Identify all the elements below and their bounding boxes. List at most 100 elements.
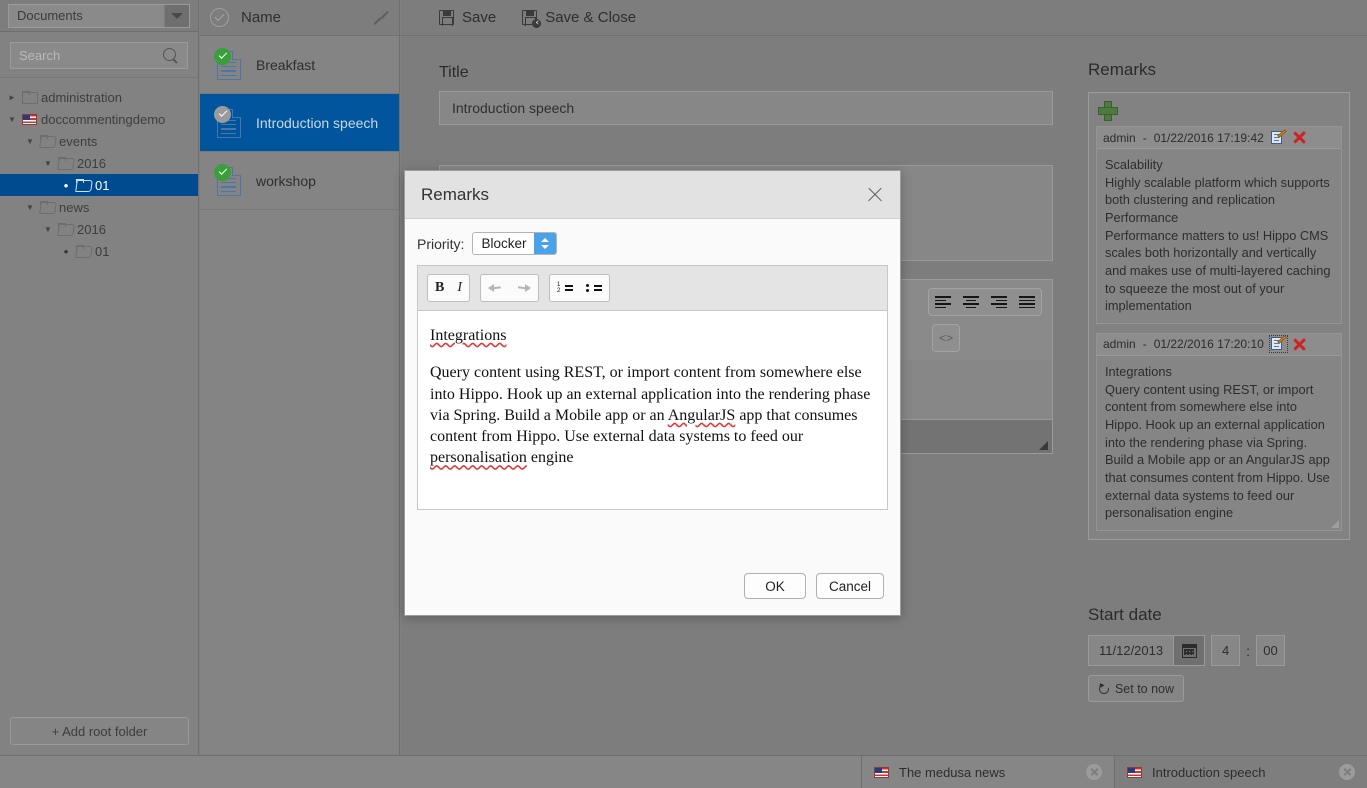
remark-item: admin - 01/22/2016 17:20:10 Integrations… — [1096, 332, 1342, 531]
taskbar-tab-medusa-news[interactable]: The medusa news — [861, 756, 1114, 788]
folder-closed-icon — [22, 91, 38, 104]
dialog-rich-text-editor: B I 12 Integrations Query content using … — [417, 265, 888, 510]
resize-grip[interactable] — [1039, 441, 1048, 450]
taskbar-tab-introduction-speech[interactable]: Introduction speech — [1114, 756, 1367, 788]
twisty-expanded-icon[interactable]: ▼ — [6, 115, 18, 124]
ok-button[interactable]: OK — [743, 573, 806, 599]
flag-icon — [22, 113, 37, 125]
search-container: Search — [0, 32, 198, 77]
folder-open-icon — [58, 157, 73, 169]
set-to-now-label: Set to now — [1114, 681, 1175, 696]
tree-item-events-2016[interactable]: ▼ 2016 — [0, 152, 198, 174]
remark-author: admin — [1103, 337, 1136, 352]
remark-body: Integrations Query content using REST, o… — [1105, 363, 1330, 521]
search-input[interactable]: Search — [10, 42, 188, 69]
dialog-body-paragraph: Query content using REST, or import cont… — [430, 364, 871, 467]
priority-select[interactable]: Blocker — [472, 232, 558, 255]
save-icon — [439, 10, 454, 26]
italic-icon[interactable]: I — [457, 280, 462, 296]
tree-item-news-2016[interactable]: ▼ 2016 — [0, 218, 198, 240]
delete-remark-icon[interactable] — [1293, 338, 1306, 351]
select-all-checkbox-icon[interactable] — [210, 8, 229, 27]
edit-remark-icon[interactable] — [1270, 128, 1287, 145]
ordered-list-icon[interactable]: 12 — [557, 282, 574, 294]
tree-item-label: events — [59, 133, 98, 149]
twisty-expanded-icon[interactable]: ▼ — [42, 159, 54, 168]
chevron-down-icon[interactable] — [164, 4, 189, 27]
save-button[interactable]: Save — [439, 9, 496, 26]
list-item[interactable]: Breakfast — [200, 36, 399, 94]
date-field[interactable]: 11/12/2013 — [1088, 635, 1206, 666]
add-remark-icon[interactable] — [1098, 101, 1118, 121]
status-badge-published — [214, 47, 231, 65]
cancel-button[interactable]: Cancel — [815, 573, 884, 599]
list-item-label: workshop — [256, 172, 316, 189]
twisty-expanded-icon[interactable]: ▼ — [42, 225, 54, 234]
tree-item-doccommentingdemo[interactable]: ▼ doccommentingdemo — [0, 108, 198, 130]
remarks-dialog: Remarks Priority: Blocker B I 12 Integra… — [404, 170, 901, 616]
bold-icon[interactable]: B — [435, 280, 444, 296]
redo-icon[interactable] — [516, 282, 532, 294]
tree-item-administration[interactable]: ► administration — [0, 86, 198, 108]
tree-item-news[interactable]: ▼ news — [0, 196, 198, 218]
tree-item-label: 2016 — [77, 155, 106, 171]
dialog-title: Remarks — [421, 184, 490, 204]
tree-item-label: 01 — [95, 177, 110, 193]
document-icon — [214, 163, 244, 198]
align-left-icon[interactable] — [935, 296, 951, 308]
priority-row: Priority: Blocker — [405, 219, 900, 255]
folder-open-icon — [40, 135, 55, 147]
align-justify-icon[interactable] — [1019, 296, 1035, 308]
time-separator: : — [1246, 642, 1250, 659]
section-selector-label: Documents — [17, 8, 83, 23]
reset-icon — [1098, 683, 1110, 695]
set-to-now-button[interactable]: Set to now — [1088, 675, 1184, 702]
twisty-expanded-icon[interactable]: ▼ — [24, 137, 36, 146]
dialog-body-heading: Integrations — [430, 327, 507, 344]
dialog-footer: OK Cancel — [743, 573, 884, 599]
tree-item-label: doccommentingdemo — [41, 111, 166, 127]
dialog-editor-toolbar: B I 12 — [418, 266, 887, 311]
document-list-panel: Name Breakfast Introduction speech works… — [200, 0, 400, 755]
minute-field[interactable]: 00 — [1256, 635, 1285, 666]
source-code-icon[interactable]: <> — [939, 331, 953, 345]
list-item[interactable]: Introduction speech — [200, 94, 399, 152]
close-icon[interactable] — [1086, 764, 1102, 780]
text-style-group: B I — [427, 274, 471, 302]
twisty-expanded-icon[interactable]: ▼ — [24, 203, 36, 212]
save-and-close-button[interactable]: ✕ Save & Close — [522, 9, 636, 28]
tree-item-events[interactable]: ▼ events — [0, 130, 198, 152]
tree-item-news-2016-01[interactable]: • 01 — [0, 240, 198, 262]
stepper-icon[interactable] — [534, 233, 557, 254]
taskbar: The medusa news Introduction speech — [0, 755, 1367, 788]
tree-item-events-2016-01[interactable]: • 01 — [0, 174, 198, 196]
remarks-panel-title: Remarks — [1088, 60, 1157, 79]
list-item[interactable]: workshop — [200, 152, 399, 210]
flag-icon — [874, 766, 889, 778]
folder-tree: ► administration ▼ doccommentingdemo ▼ e… — [0, 82, 198, 262]
unordered-list-icon[interactable] — [586, 282, 603, 294]
alignment-button-group — [928, 288, 1042, 316]
edit-remark-icon[interactable] — [1268, 335, 1288, 354]
source-button-group: <> — [931, 324, 960, 352]
expand-icon[interactable] — [373, 10, 389, 26]
list-item-label: Breakfast — [256, 56, 316, 73]
undo-icon[interactable] — [488, 282, 503, 294]
title-field[interactable]: Introduction speech — [439, 91, 1053, 125]
twisty-collapsed-icon[interactable]: ► — [6, 93, 18, 102]
calendar-icon[interactable] — [1173, 636, 1205, 665]
remark-item: admin - 01/22/2016 17:19:42 Scalability … — [1096, 126, 1342, 324]
resize-grip[interactable] — [1331, 519, 1339, 528]
document-list-header: Name — [200, 0, 399, 36]
delete-remark-icon[interactable] — [1293, 131, 1306, 144]
close-icon[interactable] — [1339, 764, 1355, 780]
bullet-icon: • — [63, 243, 69, 259]
close-icon[interactable] — [866, 186, 884, 204]
dialog-editor-body[interactable]: Integrations Query content using REST, o… — [418, 311, 887, 509]
add-root-folder-button[interactable]: + Add root folder — [10, 717, 189, 745]
section-selector[interactable]: Documents — [8, 3, 190, 28]
align-right-icon[interactable] — [991, 296, 1007, 308]
hour-field[interactable]: 4 — [1211, 635, 1241, 666]
status-badge-draft — [214, 105, 231, 123]
align-center-icon[interactable] — [963, 296, 979, 308]
